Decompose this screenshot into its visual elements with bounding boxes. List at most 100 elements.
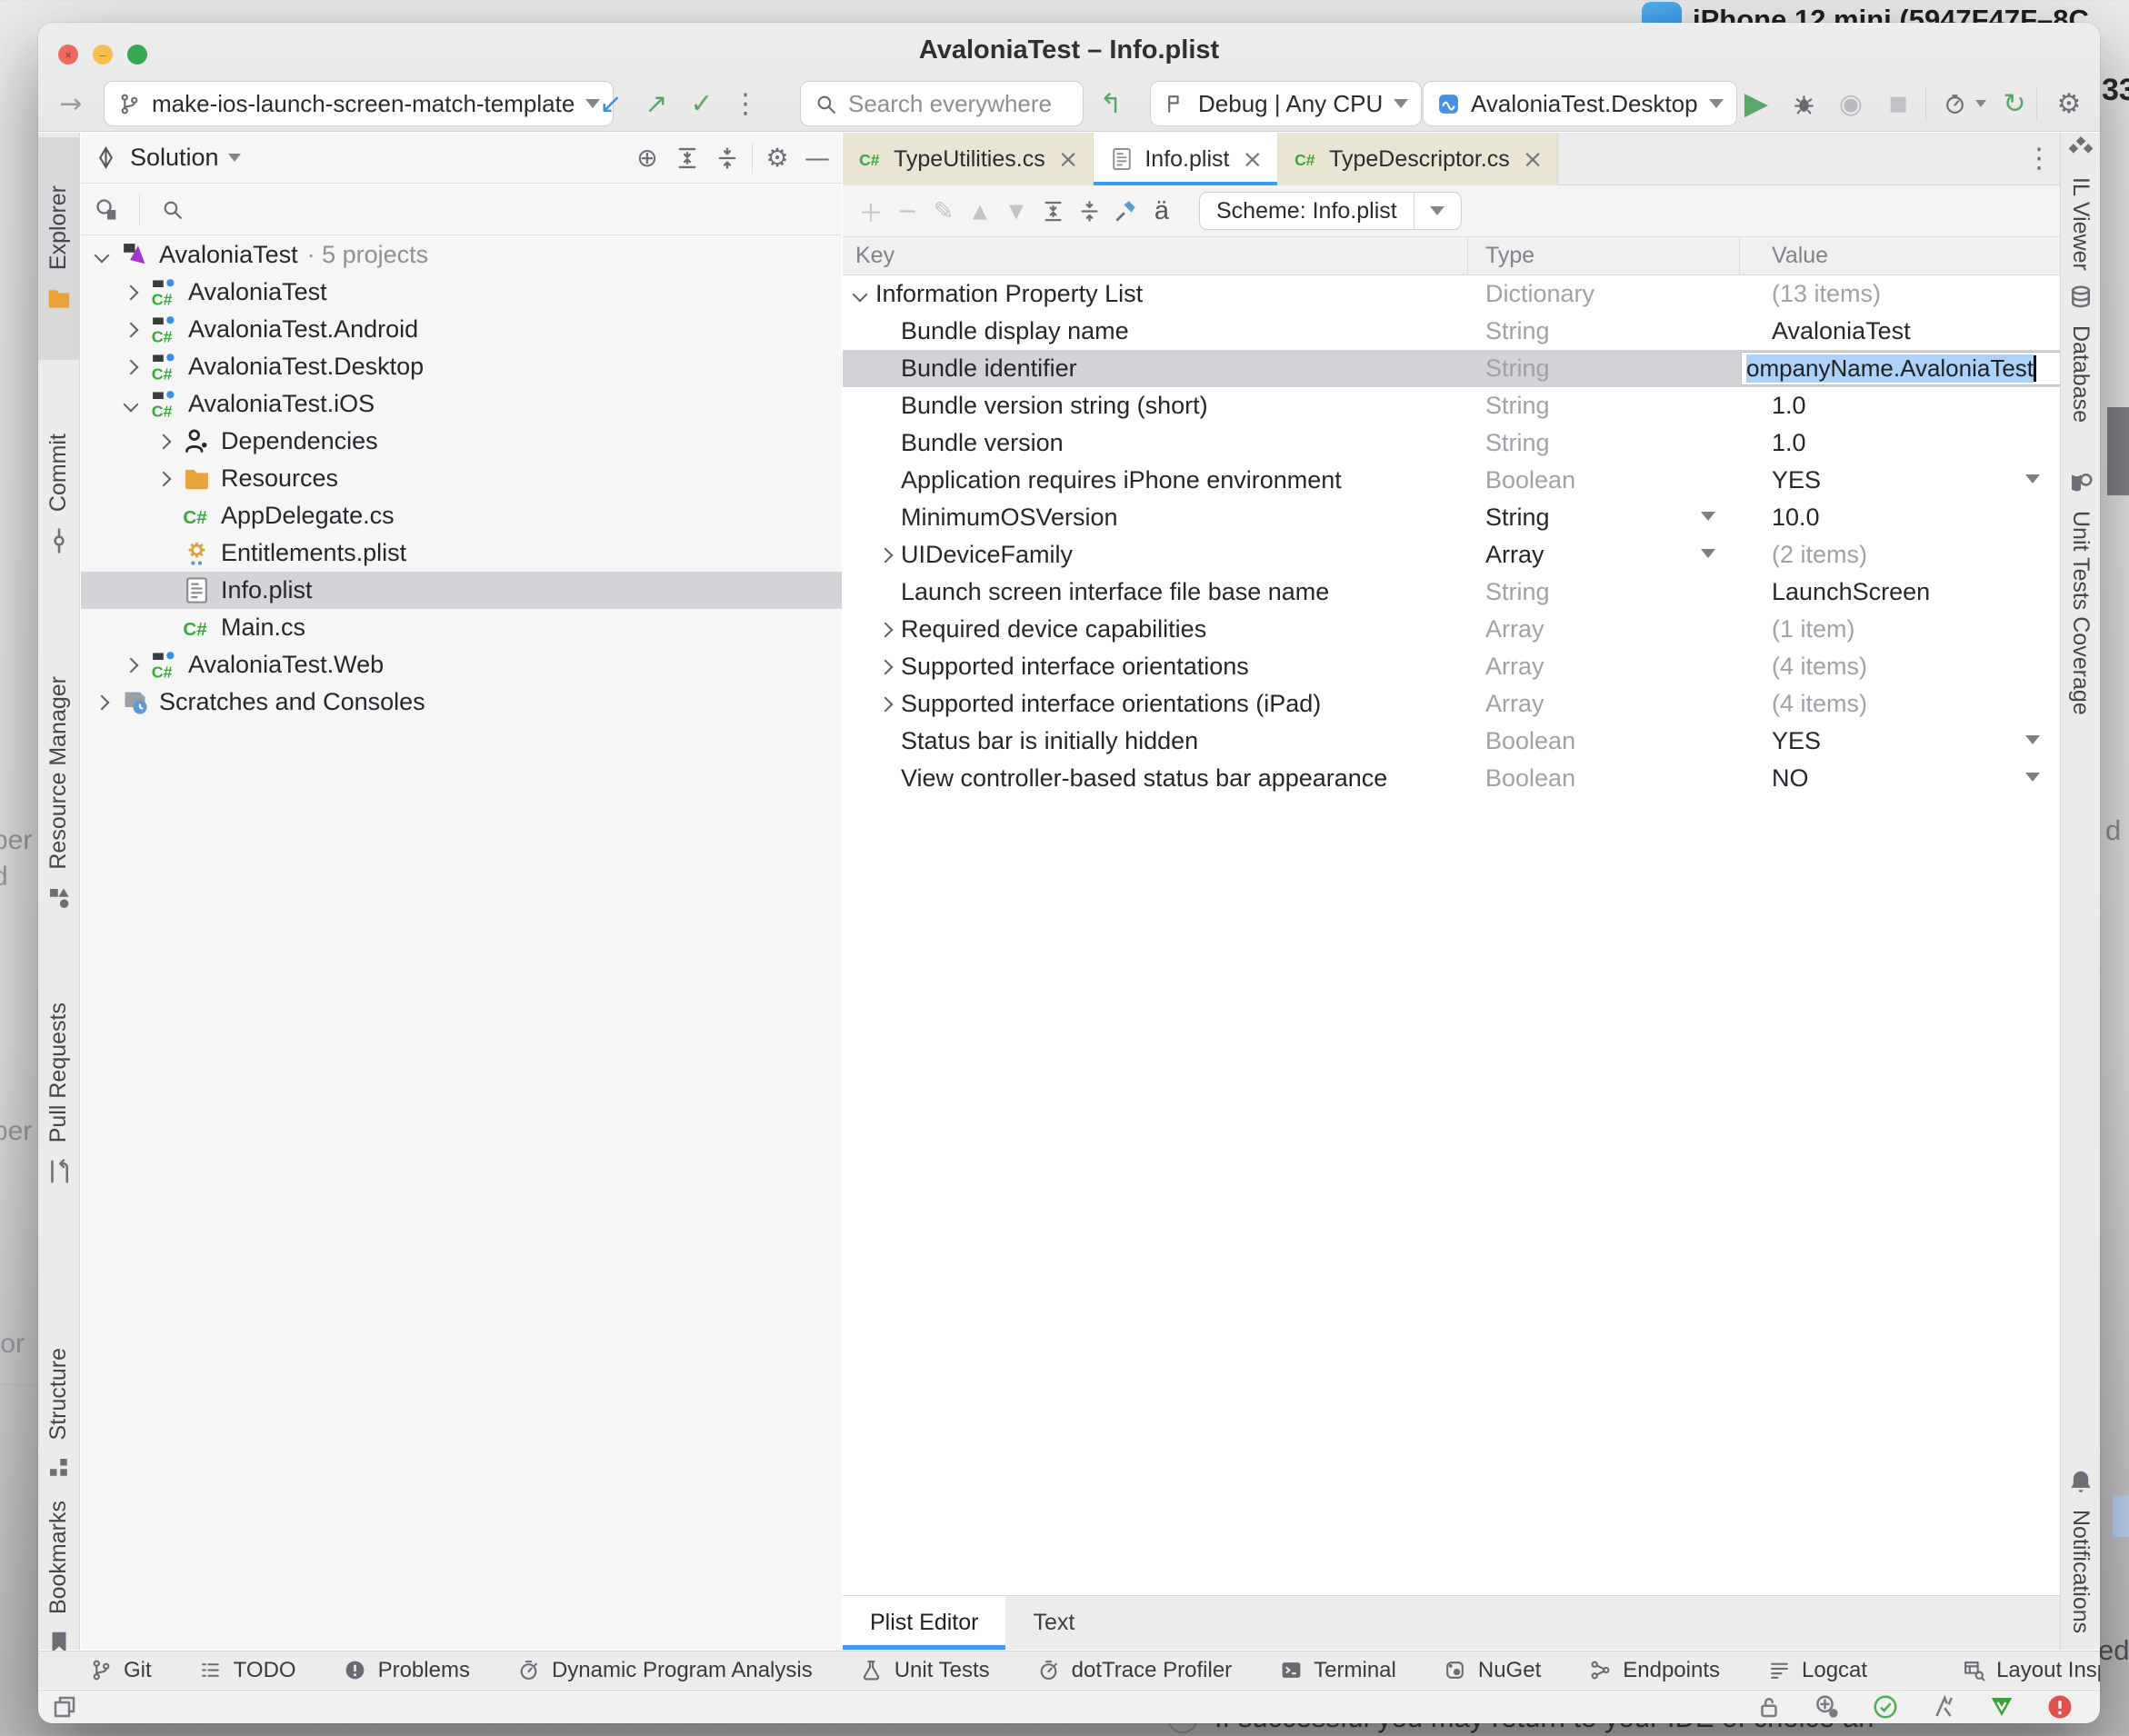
stripe-item-commit[interactable]: Commit [38, 392, 79, 596]
editor-mode-tab-plist-editor[interactable]: Plist Editor [843, 1596, 1005, 1650]
stripe-item-pull-requests[interactable]: Pull Requests [38, 978, 79, 1210]
chevron-down-icon[interactable] [845, 289, 875, 300]
back-reference-icon[interactable]: ↰ [1091, 81, 1131, 126]
remove-entry-icon[interactable]: − [892, 191, 923, 231]
stripe-item-unit-tests-coverage[interactable]: Unit Tests Coverage [2061, 478, 2100, 705]
value-dropdown-icon[interactable] [2025, 735, 2040, 744]
chevron-down-icon[interactable] [115, 399, 146, 410]
chevron-right-icon[interactable] [115, 324, 146, 335]
chevron-down-icon[interactable] [228, 154, 241, 162]
tree-item-resources[interactable]: Resources [81, 460, 842, 497]
forward-icon[interactable]: → [51, 81, 91, 126]
tool-window-button-logcat[interactable]: Logcat [1767, 1658, 1867, 1683]
tree-item-avaloniatest-ios[interactable]: C#AvaloniaTest.iOS [81, 385, 842, 423]
value-edit-box[interactable]: ompanyName.AvaloniaTest [1741, 352, 2060, 385]
commit-check-icon[interactable]: ✓ [682, 81, 722, 126]
close-tab-icon[interactable]: × [1058, 145, 1079, 174]
update-project-icon[interactable]: ↙ [591, 81, 631, 126]
stripe-item-il-viewer[interactable]: IL Viewer [2061, 144, 2100, 262]
rerun-icon[interactable]: ↻ [1994, 81, 2034, 126]
plist-row-supported-interface-orientations[interactable]: Supported interface orientationsArray(4 … [843, 648, 2060, 685]
plist-row-supported-interface-orientations-ipad-[interactable]: Supported interface orientations (iPad)A… [843, 685, 2060, 723]
tool-window-button-nuget[interactable]: NuGet [1444, 1658, 1541, 1683]
plist-row-bundle-display-name[interactable]: Bundle display nameStringAvaloniaTest [843, 313, 2060, 350]
plist-row-bundle-version[interactable]: Bundle versionString1.0 [843, 424, 2060, 462]
search-everywhere-box[interactable]: Search everywhere [800, 81, 1084, 126]
chevron-right-icon[interactable] [870, 699, 901, 710]
plist-row-information-property-list[interactable]: Information Property ListDictionary(13 i… [843, 275, 2060, 313]
tree-item-appdelegate-cs[interactable]: C#AppDelegate.cs [81, 497, 842, 534]
tree-item-avaloniatest-desktop[interactable]: C#AvaloniaTest.Desktop [81, 348, 842, 385]
expand-all-icon[interactable] [1037, 191, 1068, 231]
editor-mode-tab-text[interactable]: Text [1005, 1596, 1102, 1650]
profile-gear-icon[interactable] [1813, 1692, 1842, 1721]
profiler-button[interactable] [1934, 81, 1974, 126]
chevron-right-icon[interactable] [870, 624, 901, 635]
tool-window-button-dottrace-profiler[interactable]: dotTrace Profiler [1037, 1658, 1233, 1683]
value-dropdown-icon[interactable] [2025, 773, 2040, 782]
git-branch-selector[interactable]: make-ios-launch-screen-match-template [104, 81, 614, 126]
tree-item-entitlements-plist[interactable]: Entitlements.plist [81, 534, 842, 572]
stop-button[interactable]: ◼ [1878, 81, 1918, 126]
search-tree-icon[interactable] [156, 195, 187, 225]
tool-window-button-unit-tests[interactable]: Unit Tests [860, 1658, 990, 1683]
run-target-selector[interactable]: AvaloniaTest.Desktop [1423, 81, 1737, 126]
chevron-right-icon[interactable] [115, 362, 146, 373]
tool-window-button-problems[interactable]: Problems [344, 1658, 470, 1683]
tree-item-info-plist[interactable]: Info.plist [81, 572, 842, 609]
chevron-right-icon[interactable] [148, 474, 179, 484]
run-button[interactable]: ▶ [1736, 81, 1776, 126]
type-dropdown-icon[interactable] [1701, 549, 1715, 558]
collapse-all-icon[interactable] [712, 143, 743, 174]
stripe-item-resource-manager[interactable]: Resource Manager [38, 637, 79, 951]
plist-row-view-controller-based-status-bar-appearance[interactable]: View controller-based status bar appeara… [843, 760, 2060, 797]
column-header-type[interactable]: Type [1485, 237, 1534, 274]
scroll-from-source-icon[interactable] [92, 195, 123, 225]
editor-tab-info-plist[interactable]: Info.plist× [1094, 133, 1278, 185]
localization-icon[interactable]: ä [1146, 191, 1177, 231]
tool-window-button-dynamic-program-analysis[interactable]: Dynamic Program Analysis [517, 1658, 813, 1683]
more-actions-icon[interactable]: ⋮ [725, 81, 765, 126]
move-down-icon[interactable]: ▼ [1001, 191, 1032, 231]
plist-row-bundle-version-string-short-[interactable]: Bundle version string (short)String1.0 [843, 387, 2060, 424]
scheme-dropdown-button[interactable] [1414, 193, 1461, 229]
tool-window-button-layout-inspector[interactable]: Layout Inspector [1962, 1658, 2100, 1683]
stripe-item-notifications[interactable]: Notifications [2061, 1469, 2100, 1632]
chevron-right-icon[interactable] [86, 697, 117, 708]
column-header-value[interactable]: Value [1772, 237, 1828, 274]
plist-row-launch-screen-interface-file-base-name[interactable]: Launch screen interface file base nameSt… [843, 574, 2060, 611]
plist-row-bundle-identifier[interactable]: Bundle identifierStringompanyName.Avalon… [843, 350, 2060, 387]
v-badge-icon[interactable] [1987, 1692, 2016, 1721]
tree-item-avaloniatest[interactable]: C#AvaloniaTest [81, 274, 842, 311]
coverage-button[interactable]: ◉ [1831, 81, 1871, 126]
close-tab-icon[interactable]: × [1523, 145, 1544, 174]
editor-tab-typedescriptor-cs[interactable]: C#TypeDescriptor.cs× [1278, 133, 1558, 185]
tool-windows-icon[interactable] [51, 1693, 82, 1722]
settings-gear-icon[interactable]: ⚙ [2049, 81, 2089, 126]
tab-options-kebab-icon[interactable]: ⋮ [2018, 133, 2060, 185]
plist-row-minimumosversion[interactable]: MinimumOSVersionString10.0 [843, 499, 2060, 536]
chevron-right-icon[interactable] [148, 436, 179, 447]
lambda-icon[interactable] [1929, 1692, 1958, 1721]
tree-item-avaloniatest[interactable]: AvaloniaTest · 5 projects [81, 236, 842, 274]
stripe-item-structure[interactable]: Structure [38, 1331, 79, 1499]
tree-item-avaloniatest-android[interactable]: C#AvaloniaTest.Android [81, 311, 842, 348]
tree-item-scratches-and-consoles[interactable]: Scratches and Consoles [81, 683, 842, 721]
plist-row-status-bar-is-initially-hidden[interactable]: Status bar is initially hiddenBooleanYES [843, 723, 2060, 760]
check-circle-icon[interactable] [1871, 1692, 1900, 1721]
tree-item-avaloniatest-web[interactable]: C#AvaloniaTest.Web [81, 646, 842, 683]
plist-row-uidevicefamily[interactable]: UIDeviceFamilyArray(2 items) [843, 536, 2060, 574]
editor-tab-typeutilities-cs[interactable]: C#TypeUtilities.cs× [843, 133, 1094, 185]
collapse-all-icon[interactable] [1074, 191, 1104, 231]
plist-row-application-requires-iphone-environment[interactable]: Application requires iPhone environmentB… [843, 462, 2060, 499]
add-entry-icon[interactable]: ＋ [855, 191, 886, 231]
chevron-right-icon[interactable] [870, 550, 901, 561]
tool-window-button-endpoints[interactable]: Endpoints [1588, 1658, 1720, 1683]
expand-all-icon[interactable] [672, 143, 703, 174]
tree-item-dependencies[interactable]: Dependencies [81, 423, 842, 460]
stripe-item-explorer[interactable]: Explorer [38, 137, 79, 360]
lock-icon[interactable] [1754, 1692, 1784, 1721]
edit-entry-icon[interactable]: ✎ [928, 191, 959, 231]
debug-button[interactable] [1784, 81, 1824, 126]
scheme-selector[interactable]: Scheme: Info.plist [1199, 192, 1462, 230]
